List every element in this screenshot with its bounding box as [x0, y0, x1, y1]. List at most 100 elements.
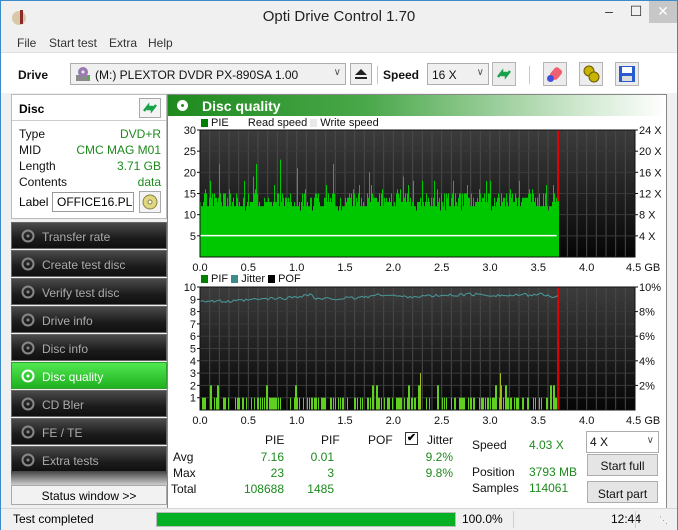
pie-bar — [445, 210, 446, 257]
nav-drive-info[interactable]: Drive info — [11, 306, 167, 333]
pif-bar — [398, 397, 399, 410]
toolbar-separator — [529, 66, 530, 84]
pie-bar — [470, 206, 471, 257]
pif-bar — [312, 397, 313, 410]
speed-select[interactable]: 16 X ∨ — [427, 63, 489, 85]
disc-label-button[interactable] — [139, 191, 161, 213]
nav-verify-test-disc[interactable]: Verify test disc — [11, 278, 167, 305]
disc-refresh-button[interactable] — [139, 98, 161, 118]
x-tick-label: 2.5 — [434, 415, 449, 426]
pie-bar — [226, 206, 227, 257]
pie-bar — [459, 193, 460, 257]
nav-cd-bler[interactable]: CD Bler — [11, 390, 167, 417]
pie-bar — [497, 197, 498, 257]
pie-bar — [378, 201, 379, 257]
save-icon — [619, 66, 635, 82]
save-button[interactable] — [615, 62, 639, 86]
pie-bar — [524, 197, 525, 257]
close-button[interactable]: ✕ — [649, 1, 677, 23]
pie-bar — [358, 193, 359, 257]
pif-bar — [505, 385, 507, 410]
pif-bar — [444, 397, 445, 410]
pif-bar — [442, 397, 443, 410]
disc-label-input[interactable]: OFFICE16.PL-P — [52, 192, 134, 212]
nav-create-test-disc[interactable]: Create test disc — [11, 250, 167, 277]
drive-select[interactable]: (M:) PLEXTOR DVDR PX-890SA 1.00 ∨ — [70, 63, 346, 85]
refresh-speed-button[interactable] — [492, 62, 516, 86]
pie-bar — [425, 201, 426, 257]
pie-bar — [258, 206, 259, 257]
pie-bar — [303, 206, 304, 257]
pie-bar — [414, 206, 415, 257]
pie-bar — [542, 206, 543, 257]
y2-tick-label: 12 X — [639, 189, 662, 201]
pif-bar — [333, 397, 334, 410]
pif-bar — [376, 385, 378, 410]
nav-fe-te[interactable]: FE / TE — [11, 418, 167, 445]
pie-bar — [402, 201, 403, 257]
minimize-button[interactable]: – — [596, 1, 622, 23]
stats-total-pie: 108688 — [243, 482, 284, 496]
toolbar-separator — [377, 66, 378, 84]
pie-bar — [273, 201, 274, 257]
pie-bar — [543, 193, 544, 257]
disc-info-box: Disc Type DVD+R MID CMC MAG M01 Length 3… — [11, 94, 167, 219]
start-full-button[interactable]: Start full — [587, 454, 658, 476]
pie-bar — [352, 206, 353, 257]
pie-bar — [415, 206, 416, 257]
eject-button[interactable] — [350, 63, 372, 85]
pif-bar — [384, 397, 385, 410]
menu-extra[interactable]: Extra — [109, 36, 137, 50]
pie-bar — [234, 206, 235, 257]
pie-bar — [489, 193, 490, 257]
pie-bar — [248, 193, 249, 257]
pie-bar — [558, 197, 559, 257]
pie-bar — [511, 197, 512, 257]
pie-bar — [406, 201, 407, 257]
start-part-button[interactable]: Start part — [587, 481, 658, 503]
pie-bar — [449, 206, 450, 257]
test-speed-select[interactable]: 4 X ∨ — [586, 431, 659, 453]
pif-bar — [507, 397, 508, 410]
erase-button[interactable] — [543, 62, 567, 86]
nav-disc-info[interactable]: Disc info — [11, 334, 167, 361]
pie-bar — [218, 197, 219, 257]
settings-button[interactable] — [579, 62, 603, 86]
nav-label: CD Bler — [42, 398, 85, 412]
pif-bar — [379, 397, 380, 410]
pie-bar — [557, 201, 558, 257]
pie-bar — [526, 197, 527, 257]
chevron-down-icon: ∨ — [333, 67, 341, 78]
pie-bar — [484, 193, 485, 257]
speed-info-value: 4.03 X — [529, 438, 564, 452]
pie-bar — [413, 180, 414, 257]
pif-bar — [471, 397, 472, 410]
pif-bar — [223, 397, 224, 410]
pie-bar — [452, 193, 453, 257]
menu-help[interactable]: Help — [148, 36, 173, 50]
pie-bar — [487, 201, 488, 257]
nav-disc-quality[interactable]: Disc quality — [11, 362, 167, 389]
pie-bar — [311, 197, 312, 257]
pie-bar — [383, 206, 384, 257]
menu-file[interactable]: File — [17, 36, 36, 50]
x-tick-label: 3.5 — [531, 262, 546, 271]
pie-bar — [493, 206, 494, 257]
pie-bar — [494, 197, 495, 257]
pie-bar — [404, 197, 405, 257]
pie-bar — [441, 193, 442, 257]
jitter-checkbox[interactable]: ✔ — [405, 432, 418, 445]
pif-jitter-chart: 0.0 0.5 1.0 1.5 2.0 2.5 3.0 3.5 4.0 4.5 GB 1234567… — [184, 282, 661, 426]
menu-start-test[interactable]: Start test — [49, 36, 97, 50]
pie-bar — [513, 201, 514, 257]
nav-extra-tests[interactable]: Extra tests — [11, 446, 167, 473]
resize-grip-icon[interactable]: ⋱ — [659, 515, 668, 526]
pif-bar — [264, 397, 265, 410]
maximize-button[interactable]: ☐ — [623, 1, 649, 23]
status-window-button[interactable]: Status window >> — [11, 485, 167, 505]
nav-transfer-rate[interactable]: Transfer rate — [11, 222, 167, 249]
pie-bar — [331, 201, 332, 257]
disc-tool-icon — [21, 257, 35, 271]
pie-bar — [336, 206, 337, 257]
pie-bar — [554, 193, 555, 257]
